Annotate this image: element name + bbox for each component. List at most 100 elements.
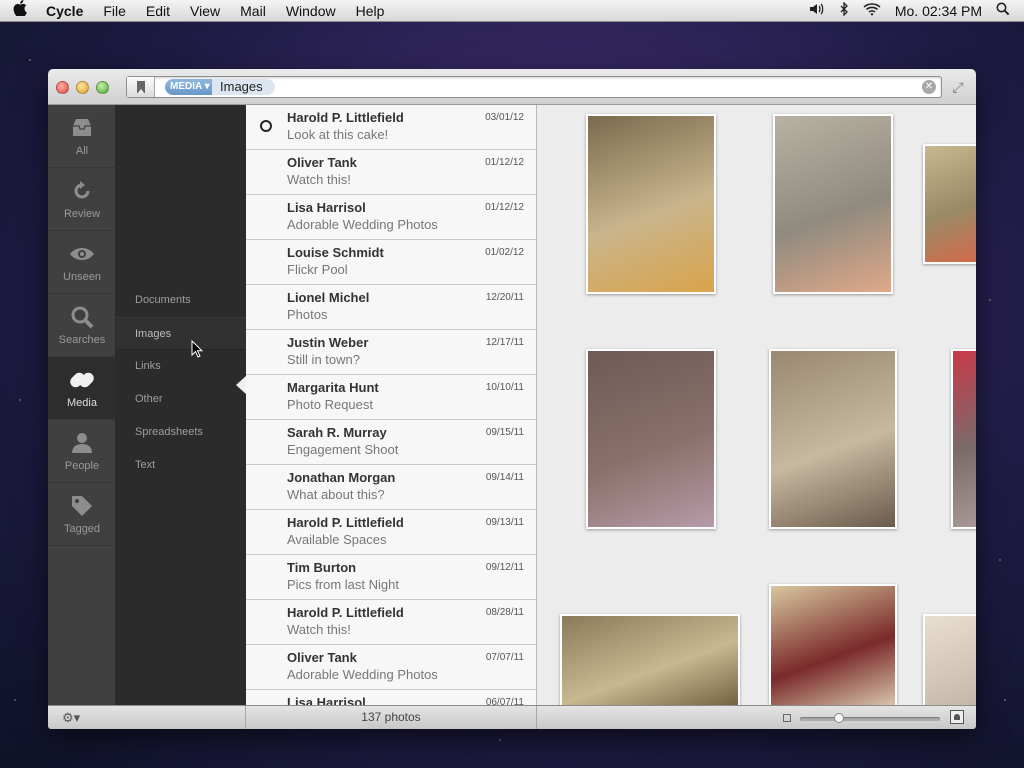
message-subject: Watch this! [287, 172, 351, 187]
bluetooth-icon[interactable] [839, 1, 849, 19]
message-row[interactable]: Harold P. Littlefield Look at this cake!… [246, 105, 536, 150]
photo-thumbnail-soda-bottles[interactable] [769, 584, 897, 705]
menu-edit[interactable]: Edit [136, 3, 180, 19]
message-row[interactable]: Lisa Harrisol Adorable Wedding Photos 01… [246, 195, 536, 240]
message-list: Harold P. Littlefield Look at this cake!… [246, 105, 537, 705]
link-icon [69, 367, 95, 393]
message-sender: Lisa Harrisol [287, 695, 366, 705]
media-filter-token[interactable]: MEDIA ▾ [165, 79, 215, 95]
app-window: MEDIA ▾ Images ✕ ⤢ All Review Unseen Sea… [48, 69, 976, 729]
fullscreen-icon[interactable]: ⤢ [950, 79, 966, 95]
unread-indicator-icon[interactable] [260, 120, 272, 132]
category-text[interactable]: Text [116, 449, 246, 482]
large-thumbnail-icon[interactable] [950, 710, 964, 724]
title-bar: MEDIA ▾ Images ✕ ⤢ [48, 69, 976, 105]
volume-icon[interactable] [809, 2, 825, 19]
slider-knob[interactable] [834, 713, 844, 723]
category-other[interactable]: Other [116, 383, 246, 416]
close-window-button[interactable] [56, 81, 69, 94]
photo-thumbnail-house-and-balloons[interactable] [560, 614, 740, 705]
nav-item-tagged[interactable]: Tagged [48, 483, 116, 546]
clear-search-icon[interactable]: ✕ [922, 80, 936, 94]
message-row[interactable]: Oliver Tank Adorable Wedding Photos 07/0… [246, 645, 536, 690]
thumbnail-size-slider[interactable] [800, 717, 940, 721]
message-date: 09/14/11 [485, 472, 524, 483]
menu-help[interactable]: Help [346, 3, 395, 19]
message-date: 01/02/12 [485, 247, 524, 258]
message-row[interactable]: Harold P. Littlefield Watch this! 08/28/… [246, 600, 536, 645]
message-subject: Flickr Pool [287, 262, 348, 277]
nav-item-unseen[interactable]: Unseen [48, 231, 116, 294]
message-sender: Harold P. Littlefield [287, 110, 404, 125]
menubar-clock[interactable]: Mo. 02:34 PM [895, 3, 982, 19]
menu-app-name[interactable]: Cycle [40, 3, 93, 19]
minimize-window-button[interactable] [76, 81, 89, 94]
bookmark-icon [136, 81, 145, 93]
photo-thumbnail-lapel-pin[interactable] [586, 349, 716, 529]
small-thumbnail-icon[interactable] [783, 714, 791, 722]
photo-thumbnail-couple-with-flowers[interactable] [586, 114, 716, 294]
images-filter-token[interactable]: Images [212, 79, 275, 95]
message-subject: Adorable Wedding Photos [287, 217, 438, 232]
photo-thumbnail-balloons-edge[interactable] [923, 144, 976, 264]
message-row[interactable]: Sarah R. Murray Engagement Shoot 09/15/1… [246, 420, 536, 465]
category-images[interactable]: Images [116, 317, 246, 350]
message-sender: Tim Burton [287, 560, 357, 575]
tag-icon [69, 493, 95, 519]
category-spreadsheets[interactable]: Spreadsheets [116, 416, 246, 449]
photo-thumbnail-pale-edge[interactable] [923, 614, 976, 705]
nav-item-all[interactable]: All [48, 105, 116, 168]
message-subject: Available Spaces [287, 532, 387, 547]
gear-icon[interactable]: ⚙▾ [62, 710, 80, 726]
message-date: 12/17/11 [485, 337, 524, 348]
category-links[interactable]: Links [116, 350, 246, 383]
photo-thumbnail-couple-with-sodas[interactable] [769, 349, 897, 529]
message-row[interactable]: Margarita Hunt Photo Request 10/10/11 [246, 375, 536, 420]
message-subject: Photo Request [287, 397, 374, 412]
message-sender: Justin Weber [287, 335, 369, 350]
message-date: 09/12/11 [485, 562, 524, 573]
photo-count: 137 photos [246, 706, 537, 729]
photo-thumbnail-legs-and-balloons[interactable] [773, 114, 893, 294]
message-row[interactable]: Tim Burton Pics from last Night 09/12/11 [246, 555, 536, 600]
category-documents[interactable]: Documents [116, 284, 246, 317]
menu-window[interactable]: Window [276, 3, 346, 19]
zoom-window-button[interactable] [96, 81, 109, 94]
photo-thumbnail-red-edge[interactable] [951, 349, 976, 529]
menu-view[interactable]: View [180, 3, 230, 19]
message-subject: Look at this cake! [287, 127, 389, 142]
menu-bar: Cycle File Edit View Mail Window Help Mo… [0, 0, 1024, 22]
message-subject: Pics from last Night [287, 577, 399, 592]
message-row[interactable]: Oliver Tank Watch this! 01/12/12 [246, 150, 536, 195]
message-date: 03/01/12 [485, 112, 524, 123]
message-date: 01/12/12 [485, 202, 524, 213]
apple-icon[interactable] [0, 0, 40, 21]
message-row[interactable]: Jonathan Morgan What about this? 09/14/1… [246, 465, 536, 510]
message-row[interactable]: Harold P. Littlefield Available Spaces 0… [246, 510, 536, 555]
message-sender: Oliver Tank [287, 155, 357, 170]
message-row[interactable]: Justin Weber Still in town? 12/17/11 [246, 330, 536, 375]
nav-item-label: People [64, 460, 100, 472]
menu-mail[interactable]: Mail [230, 3, 276, 19]
wifi-icon[interactable] [863, 2, 881, 19]
search-icon [69, 304, 95, 330]
menu-file[interactable]: File [93, 3, 136, 19]
nav-item-searches[interactable]: Searches [48, 294, 116, 357]
bookmark-button[interactable] [127, 77, 155, 97]
nav-item-review[interactable]: Review [48, 168, 116, 231]
eye-icon [69, 241, 95, 267]
spotlight-search-icon[interactable] [996, 2, 1010, 19]
nav-item-label: Unseen [63, 271, 101, 283]
message-row[interactable]: Louise Schmidt Flickr Pool 01/02/12 [246, 240, 536, 285]
message-sender: Oliver Tank [287, 650, 357, 665]
message-row[interactable]: Lionel Michel Photos 12/20/11 [246, 285, 536, 330]
message-row[interactable]: Lisa Harrisol 06/07/11 [246, 690, 536, 705]
message-sender: Harold P. Littlefield [287, 605, 404, 620]
status-bar-left: ⚙▾ [48, 706, 246, 729]
nav-item-people[interactable]: People [48, 420, 116, 483]
nav-item-label: Media [67, 397, 97, 409]
search-field[interactable]: MEDIA ▾ Images ✕ [126, 76, 942, 98]
nav-item-label: All [75, 145, 89, 157]
message-date: 08/28/11 [485, 607, 524, 618]
nav-item-media[interactable]: Media [48, 357, 116, 420]
